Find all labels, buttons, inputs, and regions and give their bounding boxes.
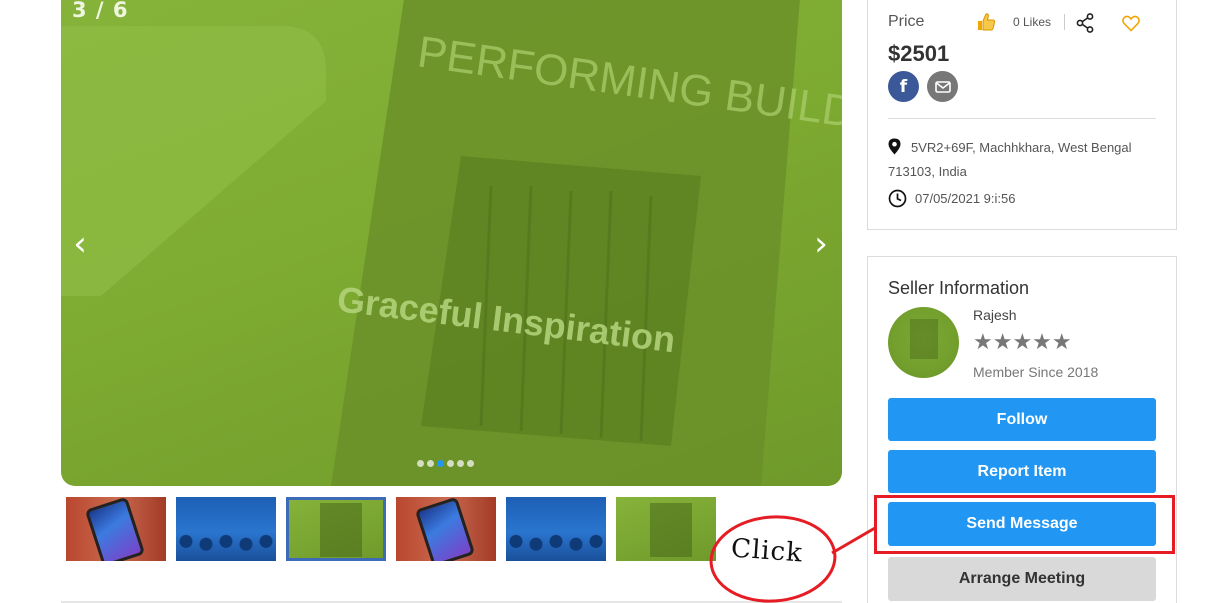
slide-dot[interactable] [427, 460, 434, 467]
report-item-button[interactable]: Report Item [888, 450, 1156, 493]
thumbnail-book-active[interactable] [286, 497, 386, 561]
seller-name[interactable]: Rajesh [973, 307, 1017, 323]
posted-datetime: 07/05/2021 9:i:56 [888, 189, 1015, 208]
next-image-button[interactable]: › [806, 224, 836, 264]
seller-section-title: Seller Information [888, 278, 1030, 298]
annotation-click-text: Click [730, 533, 804, 569]
follow-button[interactable]: Follow [888, 398, 1156, 441]
thumbnail-team[interactable] [176, 497, 276, 561]
slide-dot-active[interactable] [437, 460, 444, 467]
slide-dot[interactable] [457, 460, 464, 467]
slide-dot[interactable] [447, 460, 454, 467]
location-pin-icon [888, 138, 901, 155]
slide-dot[interactable] [467, 460, 474, 467]
slide-dot[interactable] [417, 460, 424, 467]
social-share: f [888, 71, 958, 102]
divider [1064, 14, 1065, 30]
member-since: Member Since 2018 [973, 364, 1099, 380]
slide-counter: 3 / 6 [72, 0, 129, 22]
email-share-button[interactable] [927, 71, 958, 102]
thumbnail-phone[interactable] [396, 497, 496, 561]
thumbnail-team[interactable] [506, 497, 606, 561]
favorite-heart-icon[interactable] [1122, 15, 1140, 32]
slide-dots [417, 460, 474, 467]
price-value: $2501 [888, 41, 950, 66]
likes: 0 Likes [976, 12, 1051, 32]
thumbnail-phone[interactable] [66, 497, 166, 561]
share-icon[interactable] [1076, 13, 1094, 33]
arrange-meeting-button[interactable]: Arrange Meeting [888, 557, 1156, 601]
seller-rating-stars: ★★★★★ [973, 330, 1072, 355]
prev-image-button[interactable]: ‹ [65, 224, 95, 264]
annotation-highlight-box [874, 495, 1175, 554]
book-cover-art: PERFORMING BUILDINGS Graceful Inspiratio… [61, 0, 842, 486]
datetime-text: 07/05/2021 9:i:56 [915, 191, 1016, 206]
price-card: Price 0 Likes $2501 f 5VR2+69F, Machhkha… [867, 0, 1177, 230]
envelope-icon [934, 80, 951, 93]
location: 5VR2+69F, Machhkhara, West Bengal 713103… [888, 136, 1138, 184]
clock-icon [888, 189, 907, 208]
likes-count: 0 Likes [1013, 15, 1052, 29]
price-label: Price [888, 13, 925, 30]
divider [888, 118, 1156, 119]
main-product-image[interactable]: PERFORMING BUILDINGS Graceful Inspiratio… [61, 0, 842, 486]
thumbnail-strip [66, 497, 716, 561]
address-text: 5VR2+69F, Machhkhara, West Bengal 713103… [888, 140, 1132, 179]
facebook-icon: f [899, 76, 908, 97]
seller-avatar[interactable] [888, 307, 959, 378]
thumbnail-book[interactable] [616, 497, 716, 561]
like-thumb-icon[interactable] [976, 12, 996, 32]
facebook-share-button[interactable]: f [888, 71, 919, 102]
